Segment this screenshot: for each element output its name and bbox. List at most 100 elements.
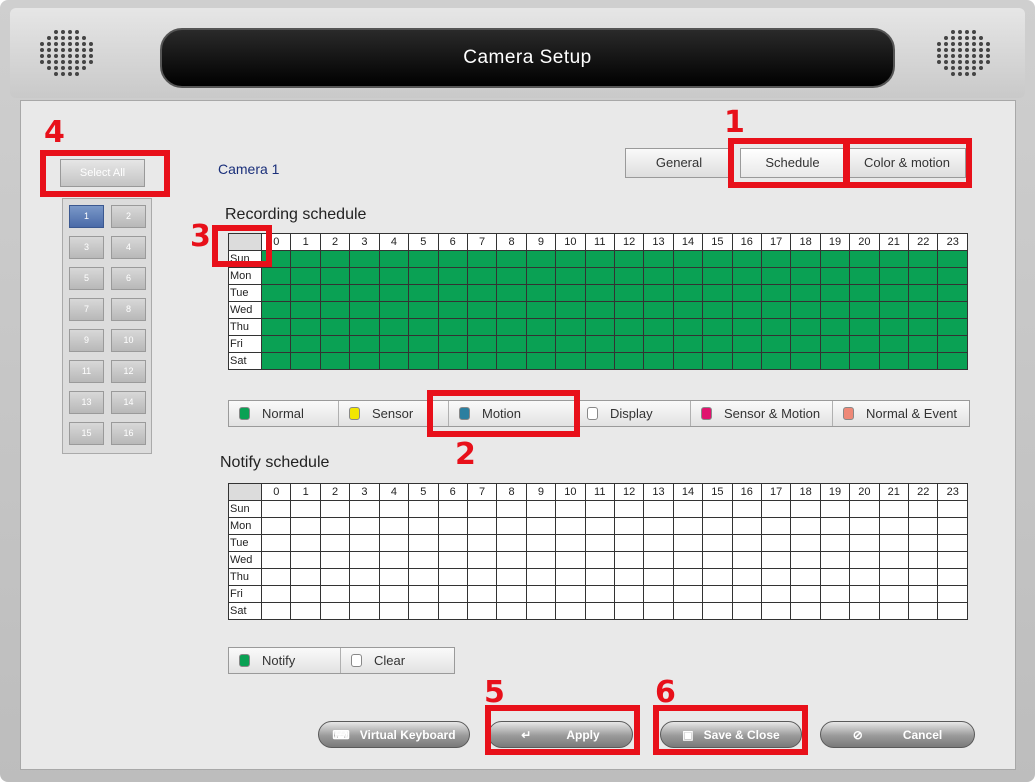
schedule-cell[interactable] (790, 284, 821, 302)
schedule-cell[interactable] (672, 517, 704, 535)
schedule-cell[interactable] (496, 517, 527, 535)
hour-header-9[interactable]: 9 (525, 233, 557, 251)
camera-button-4[interactable]: 4 (111, 236, 146, 259)
schedule-cell[interactable] (584, 500, 615, 518)
schedule-cell[interactable] (878, 318, 910, 336)
schedule-cell[interactable] (878, 335, 910, 353)
schedule-cell[interactable] (408, 517, 439, 535)
schedule-cell[interactable] (584, 551, 615, 569)
schedule-cell[interactable] (907, 500, 939, 518)
schedule-cell[interactable] (319, 318, 351, 336)
schedule-cell[interactable] (731, 267, 762, 285)
schedule-cell[interactable] (613, 500, 645, 518)
day-label-tue[interactable]: Tue (227, 534, 263, 552)
schedule-cell[interactable] (349, 568, 380, 586)
schedule-cell[interactable] (672, 250, 704, 268)
schedule-cell[interactable] (349, 250, 380, 268)
schedule-cell[interactable] (790, 517, 821, 535)
schedule-cell[interactable] (555, 500, 586, 518)
hour-header-8[interactable]: 8 (496, 483, 527, 501)
schedule-cell[interactable] (613, 352, 645, 370)
schedule-cell[interactable] (290, 551, 321, 569)
schedule-cell[interactable] (378, 335, 410, 353)
hour-header-1[interactable]: 1 (290, 233, 321, 251)
schedule-cell[interactable] (760, 568, 792, 586)
schedule-cell[interactable] (702, 500, 733, 518)
schedule-cell[interactable] (466, 267, 498, 285)
hour-header-3[interactable]: 3 (349, 233, 380, 251)
schedule-cell[interactable] (643, 602, 674, 620)
day-label-tue[interactable]: Tue (227, 284, 263, 302)
schedule-cell[interactable] (466, 551, 498, 569)
schedule-cell[interactable] (819, 318, 851, 336)
camera-button-2[interactable]: 2 (111, 205, 146, 228)
hour-header-18[interactable]: 18 (790, 233, 821, 251)
schedule-cell[interactable] (437, 301, 468, 319)
schedule-cell[interactable] (261, 534, 292, 552)
schedule-cell[interactable] (702, 267, 733, 285)
schedule-cell[interactable] (613, 267, 645, 285)
camera-button-10[interactable]: 10 (111, 329, 146, 352)
schedule-cell[interactable] (496, 585, 527, 603)
schedule-cell[interactable] (760, 534, 792, 552)
schedule-cell[interactable] (849, 534, 880, 552)
hour-header-10[interactable]: 10 (555, 233, 586, 251)
schedule-cell[interactable] (672, 352, 704, 370)
schedule-cell[interactable] (584, 585, 615, 603)
schedule-cell[interactable] (437, 335, 468, 353)
schedule-cell[interactable] (378, 551, 410, 569)
schedule-cell[interactable] (261, 335, 292, 353)
schedule-cell[interactable] (849, 551, 880, 569)
schedule-cell[interactable] (290, 352, 321, 370)
schedule-cell[interactable] (319, 500, 351, 518)
schedule-cell[interactable] (937, 352, 968, 370)
schedule-cell[interactable] (290, 335, 321, 353)
schedule-cell[interactable] (319, 517, 351, 535)
schedule-cell[interactable] (466, 250, 498, 268)
schedule-cell[interactable] (790, 318, 821, 336)
schedule-cell[interactable] (378, 267, 410, 285)
schedule-cell[interactable] (555, 534, 586, 552)
schedule-cell[interactable] (849, 335, 880, 353)
schedule-cell[interactable] (849, 602, 880, 620)
schedule-cell[interactable] (790, 352, 821, 370)
schedule-cell[interactable] (584, 534, 615, 552)
schedule-cell[interactable] (643, 500, 674, 518)
schedule-cell[interactable] (496, 534, 527, 552)
schedule-cell[interactable] (731, 500, 762, 518)
schedule-cell[interactable] (760, 517, 792, 535)
schedule-cell[interactable] (555, 551, 586, 569)
schedule-cell[interactable] (349, 602, 380, 620)
schedule-cell[interactable] (878, 517, 910, 535)
schedule-cell[interactable] (672, 301, 704, 319)
schedule-cell[interactable] (849, 301, 880, 319)
hour-header-13[interactable]: 13 (643, 233, 674, 251)
legend-sensor-motion[interactable]: Sensor & Motion (691, 401, 833, 426)
virtual-keyboard-button[interactable]: ⌨ Virtual Keyboard (318, 721, 470, 748)
schedule-cell[interactable] (319, 534, 351, 552)
schedule-cell[interactable] (466, 534, 498, 552)
schedule-cell[interactable] (731, 534, 762, 552)
schedule-cell[interactable] (466, 602, 498, 620)
hour-header-17[interactable]: 17 (760, 233, 792, 251)
day-label-wed[interactable]: Wed (227, 551, 263, 569)
schedule-cell[interactable] (290, 267, 321, 285)
hour-header-22[interactable]: 22 (907, 483, 939, 501)
schedule-cell[interactable] (496, 284, 527, 302)
schedule-cell[interactable] (290, 284, 321, 302)
schedule-cell[interactable] (525, 284, 557, 302)
camera-button-15[interactable]: 15 (69, 422, 104, 445)
schedule-cell[interactable] (408, 250, 439, 268)
schedule-cell[interactable] (672, 267, 704, 285)
schedule-cell[interactable] (613, 517, 645, 535)
schedule-cell[interactable] (408, 352, 439, 370)
schedule-cell[interactable] (672, 551, 704, 569)
schedule-cell[interactable] (819, 517, 851, 535)
schedule-cell[interactable] (466, 568, 498, 586)
schedule-cell[interactable] (849, 318, 880, 336)
schedule-cell[interactable] (408, 602, 439, 620)
schedule-cell[interactable] (261, 301, 292, 319)
schedule-cell[interactable] (702, 318, 733, 336)
schedule-cell[interactable] (466, 284, 498, 302)
schedule-cell[interactable] (643, 568, 674, 586)
